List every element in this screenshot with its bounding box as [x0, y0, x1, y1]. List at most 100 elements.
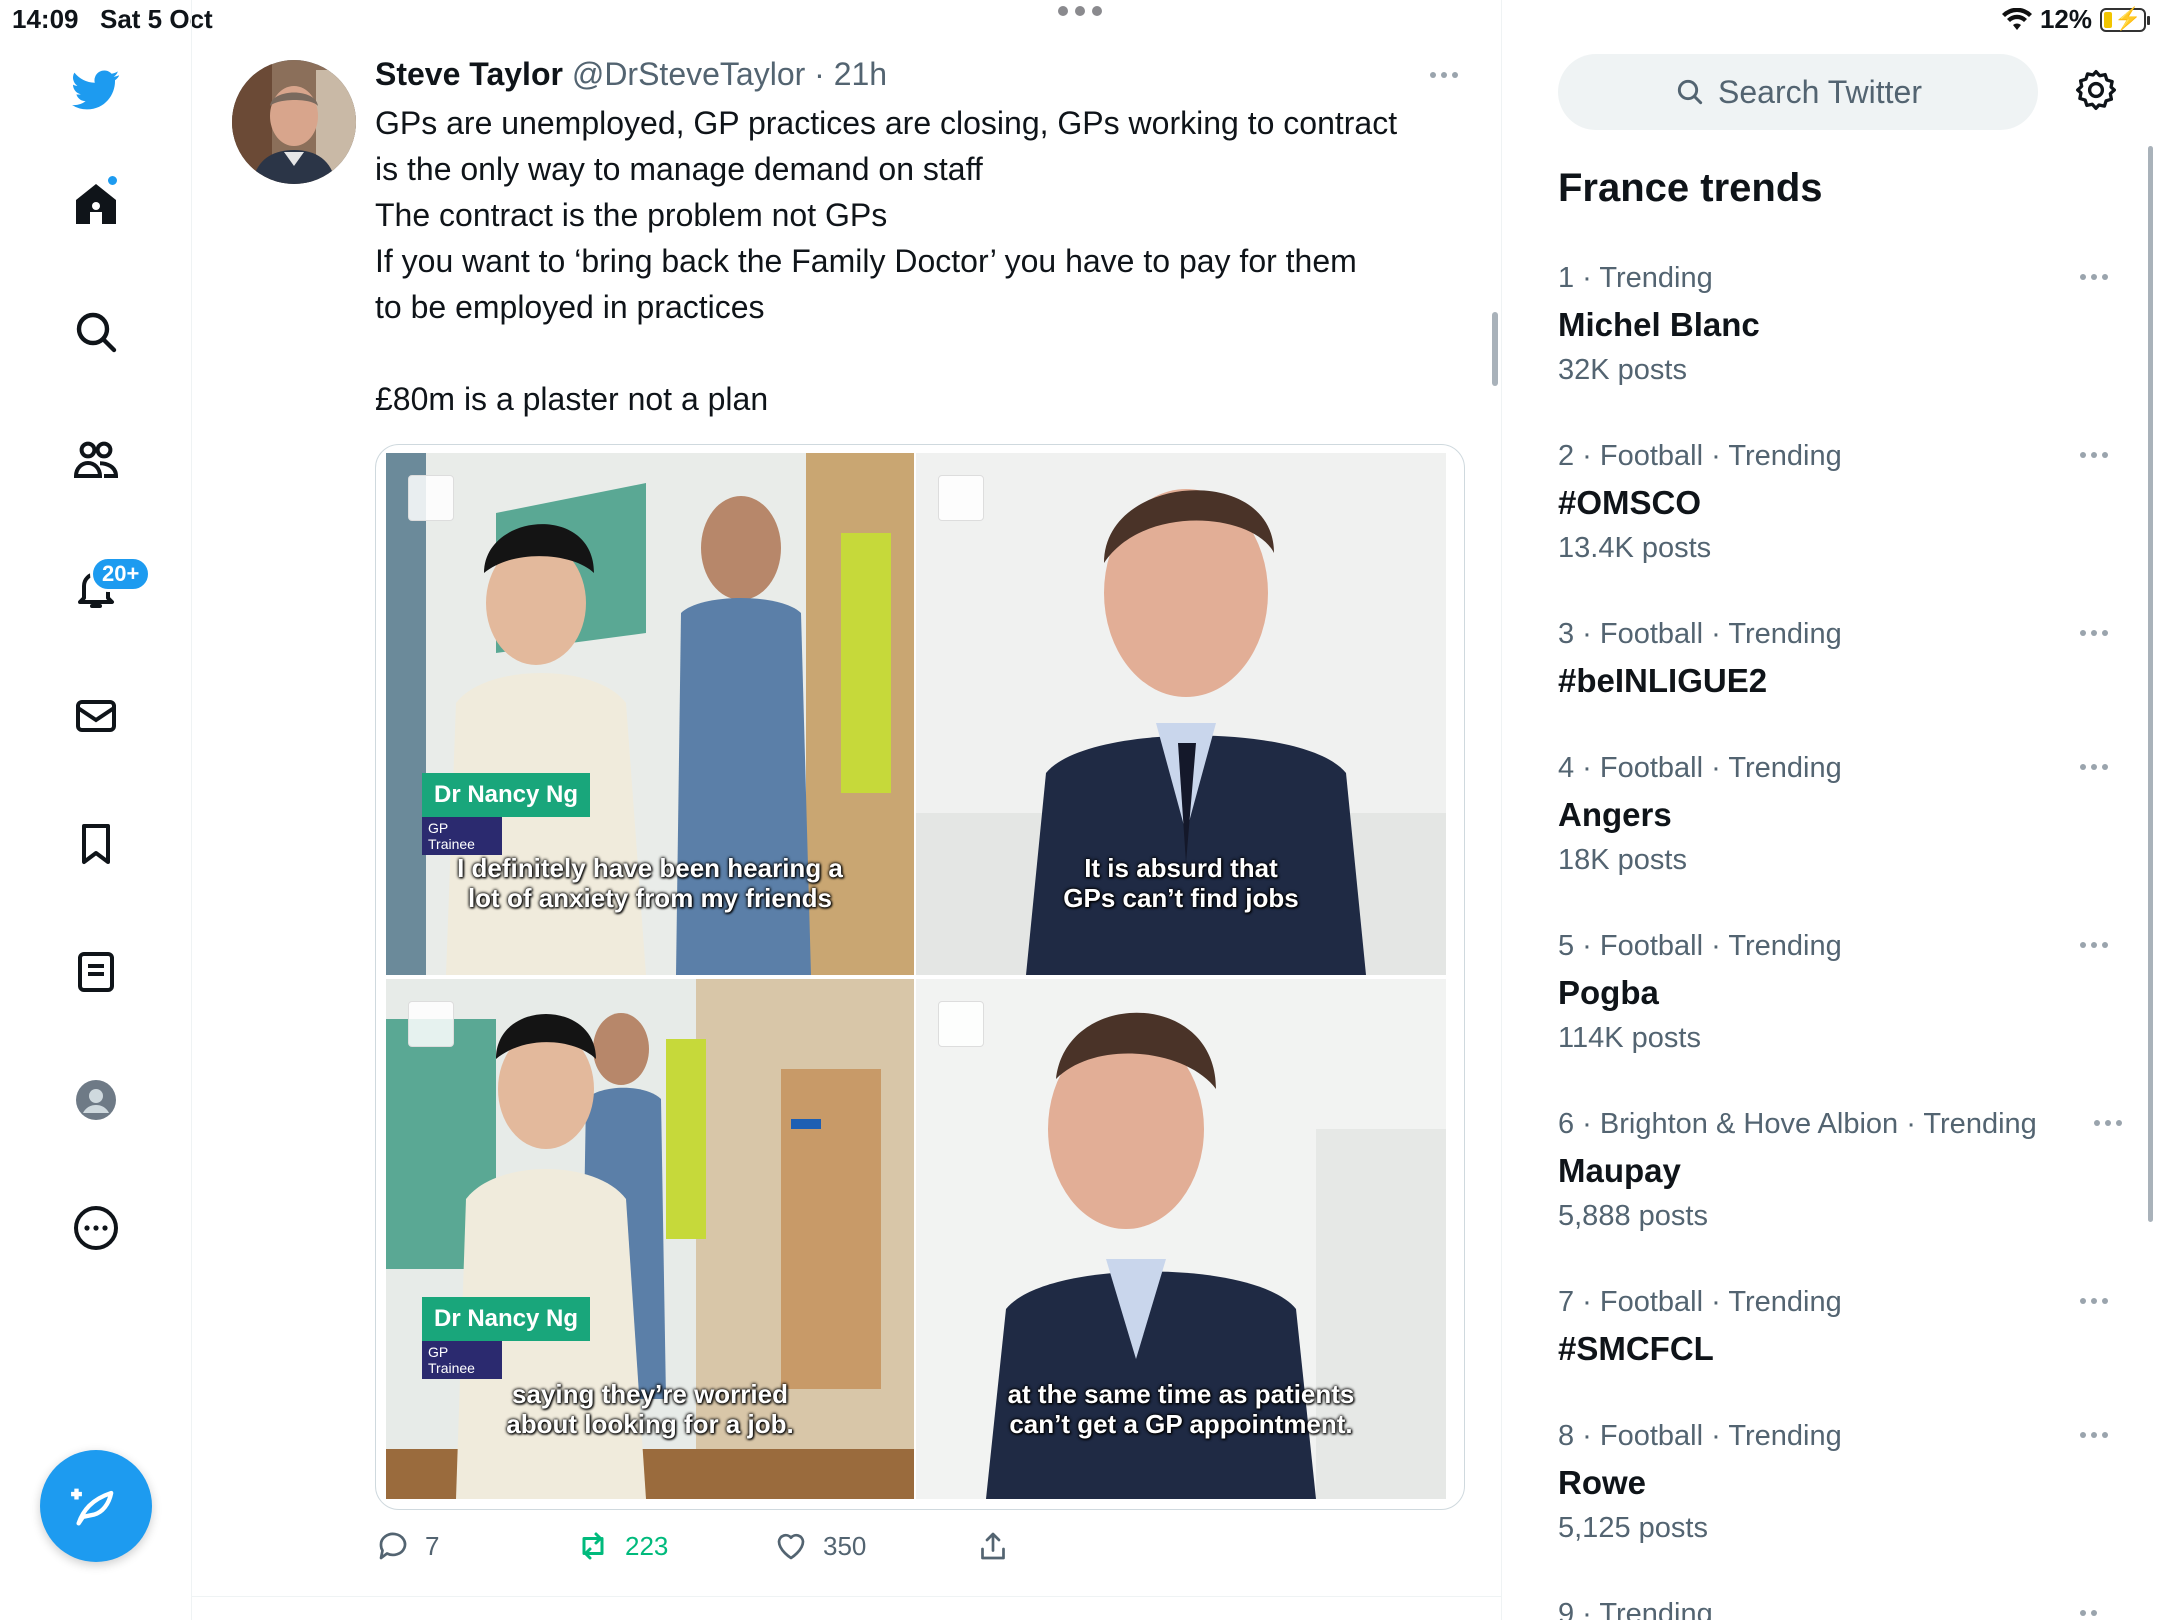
trend-meta: 9 · Trending: [1558, 1598, 1713, 1620]
trend-posts: 32K posts: [1558, 354, 1687, 386]
lower-third: Dr Nancy Ng GP Trainee: [422, 1297, 591, 1379]
trend-meta: 1 · Trending: [1558, 262, 1713, 294]
search-placeholder: Search Twitter: [1718, 73, 1922, 110]
share-icon: [981, 1532, 1005, 1560]
speaker-role: GP Trainee: [422, 817, 502, 855]
messages-envelope-icon[interactable]: [62, 682, 130, 750]
tweet-time[interactable]: 21h: [834, 56, 887, 92]
explore-search-icon[interactable]: [62, 298, 130, 366]
battery-percent: 12%: [2039, 4, 2092, 34]
compose-tweet-button[interactable]: [40, 1450, 152, 1562]
trend-more-icon[interactable]: [2094, 1120, 2122, 1126]
heart-icon: [777, 1533, 805, 1560]
trend-item[interactable]: 9 · Trending: [1558, 1598, 2098, 1620]
trend-name: #beINLIGUE2: [1558, 662, 1768, 699]
author-handle[interactable]: @DrSteveTaylor: [572, 56, 805, 92]
crest-logo: [938, 475, 984, 521]
share-button[interactable]: [975, 1528, 1011, 1564]
trend-item[interactable]: 4 · Football · Trending Angers 18K posts: [1558, 752, 2108, 912]
tweet-more-icon[interactable]: [1430, 72, 1458, 78]
tweet-line: to be employed in practices: [375, 289, 765, 325]
trend-more-icon[interactable]: [2080, 1610, 2098, 1616]
tweet-actions: 7 223 350: [375, 1528, 1275, 1568]
speaker-name: Dr Nancy Ng: [422, 1297, 591, 1341]
lower-third: Dr Nancy Ng GP Trainee: [422, 773, 591, 855]
speaker-name: Dr Nancy Ng: [422, 773, 591, 817]
timeline-column: Steve Taylor @DrSteveTaylor · 21h GPs ar…: [192, 0, 1502, 1620]
trend-meta: 4 · Football · Trending: [1558, 752, 1842, 784]
media-tile-4[interactable]: at the same time as patients can’t get a…: [916, 979, 1446, 1499]
home-unread-dot: [106, 174, 119, 187]
trend-name: Michel Blanc: [1558, 306, 1760, 343]
trend-posts: 13.4K posts: [1558, 532, 1712, 564]
tweet-line: GPs are unemployed, GP practices are clo…: [375, 105, 1398, 141]
trend-more-icon[interactable]: [2080, 630, 2108, 636]
subtitle-line: I definitely have been hearing a: [457, 853, 843, 883]
trend-more-icon[interactable]: [2080, 1432, 2108, 1438]
trend-item[interactable]: 1 · Trending Michel Blanc 32K posts: [1558, 262, 2108, 422]
author-avatar[interactable]: [232, 60, 356, 184]
reply-count: 7: [425, 1530, 440, 1561]
retweet-icon: [582, 1532, 604, 1560]
trend-meta: 6 · Brighton & Hove Albion · Trending: [1558, 1108, 2037, 1140]
trend-more-icon[interactable]: [2080, 1298, 2108, 1304]
trends-heading: France trends: [1558, 166, 1823, 210]
settings-gear-icon[interactable]: [2074, 68, 2118, 112]
trend-item[interactable]: 6 · Brighton & Hove Albion · Trending Ma…: [1558, 1108, 2122, 1268]
like-button[interactable]: 350: [773, 1528, 866, 1564]
subtitle-line: GPs can’t find jobs: [1063, 883, 1299, 913]
more-menu-icon[interactable]: [62, 1194, 130, 1262]
subtitle-line: about looking for a job.: [506, 1409, 794, 1439]
search-input[interactable]: Search Twitter: [1558, 54, 2038, 130]
tweet-line: is the only way to manage demand on staf…: [375, 151, 983, 187]
timeline-scrollbar[interactable]: [1492, 312, 1498, 386]
tweet-text: GPs are unemployed, GP practices are clo…: [375, 100, 1455, 422]
trend-posts: 5,888 posts: [1558, 1200, 1708, 1232]
crest-logo: [408, 475, 454, 521]
subtitle: at the same time as patients can’t get a…: [916, 1379, 1446, 1439]
trend-more-icon[interactable]: [2080, 942, 2108, 948]
trend-name: #OMSCO: [1558, 484, 1702, 521]
trend-posts: 18K posts: [1558, 844, 1687, 876]
trend-meta: 8 · Football · Trending: [1558, 1420, 1842, 1452]
profile-avatar-icon[interactable]: [62, 1066, 130, 1134]
battery-icon: ⚡: [2100, 6, 2150, 32]
subtitle: It is absurd that GPs can’t find jobs: [916, 853, 1446, 913]
trend-item[interactable]: 2 · Football · Trending #OMSCO 13.4K pos…: [1558, 440, 2108, 600]
subtitle-line: It is absurd that: [1084, 853, 1278, 883]
home-icon[interactable]: [62, 170, 130, 238]
trend-item[interactable]: 5 · Football · Trending Pogba 114K posts: [1558, 930, 2108, 1090]
communities-icon[interactable]: [62, 426, 130, 494]
media-tile-3[interactable]: Dr Nancy Ng GP Trainee saying they’re wo…: [386, 979, 914, 1499]
trend-name: Maupay: [1558, 1152, 1681, 1189]
trend-posts: 114K posts: [1558, 1022, 1701, 1054]
tweet-author-line: Steve Taylor @DrSteveTaylor · 21h: [375, 56, 887, 93]
trend-more-icon[interactable]: [2080, 274, 2108, 280]
trend-more-icon[interactable]: [2080, 452, 2108, 458]
subtitle: saying they’re worried about looking for…: [386, 1379, 914, 1439]
trend-more-icon[interactable]: [2080, 764, 2108, 770]
trend-name: Rowe: [1558, 1464, 1647, 1501]
author-name[interactable]: Steve Taylor: [375, 56, 563, 92]
trend-item[interactable]: 8 · Football · Trending Rowe 5,125 posts: [1558, 1420, 2108, 1580]
bookmarks-icon[interactable]: [62, 810, 130, 878]
wifi-icon: [2001, 7, 2032, 30]
reply-button[interactable]: 7: [375, 1528, 439, 1564]
retweet-count: 223: [625, 1530, 669, 1561]
retweet-button[interactable]: 223: [575, 1528, 668, 1564]
twitter-logo-icon[interactable]: [62, 56, 130, 124]
subtitle-line: saying they’re worried: [512, 1379, 788, 1409]
sidebar-scrollbar[interactable]: [2148, 146, 2153, 1222]
trend-meta: 5 · Football · Trending: [1558, 930, 1842, 962]
media-tile-2[interactable]: It is absurd that GPs can’t find jobs: [916, 453, 1446, 975]
subtitle-line: at the same time as patients: [1007, 1379, 1355, 1409]
left-navigation: 20+: [0, 0, 192, 1620]
crest-logo: [938, 1001, 984, 1047]
tweet-line: £80m is a plaster not a plan: [375, 381, 769, 417]
trend-meta: 3 · Football · Trending: [1558, 618, 1842, 650]
media-tile-1[interactable]: Dr Nancy Ng GP Trainee I definitely have…: [386, 453, 914, 975]
tweet-media-grid[interactable]: Dr Nancy Ng GP Trainee I definitely have…: [375, 444, 1465, 1510]
speaker-role: GP Trainee: [422, 1341, 502, 1379]
trend-name: Pogba: [1558, 974, 1659, 1011]
lists-icon[interactable]: [62, 938, 130, 1006]
